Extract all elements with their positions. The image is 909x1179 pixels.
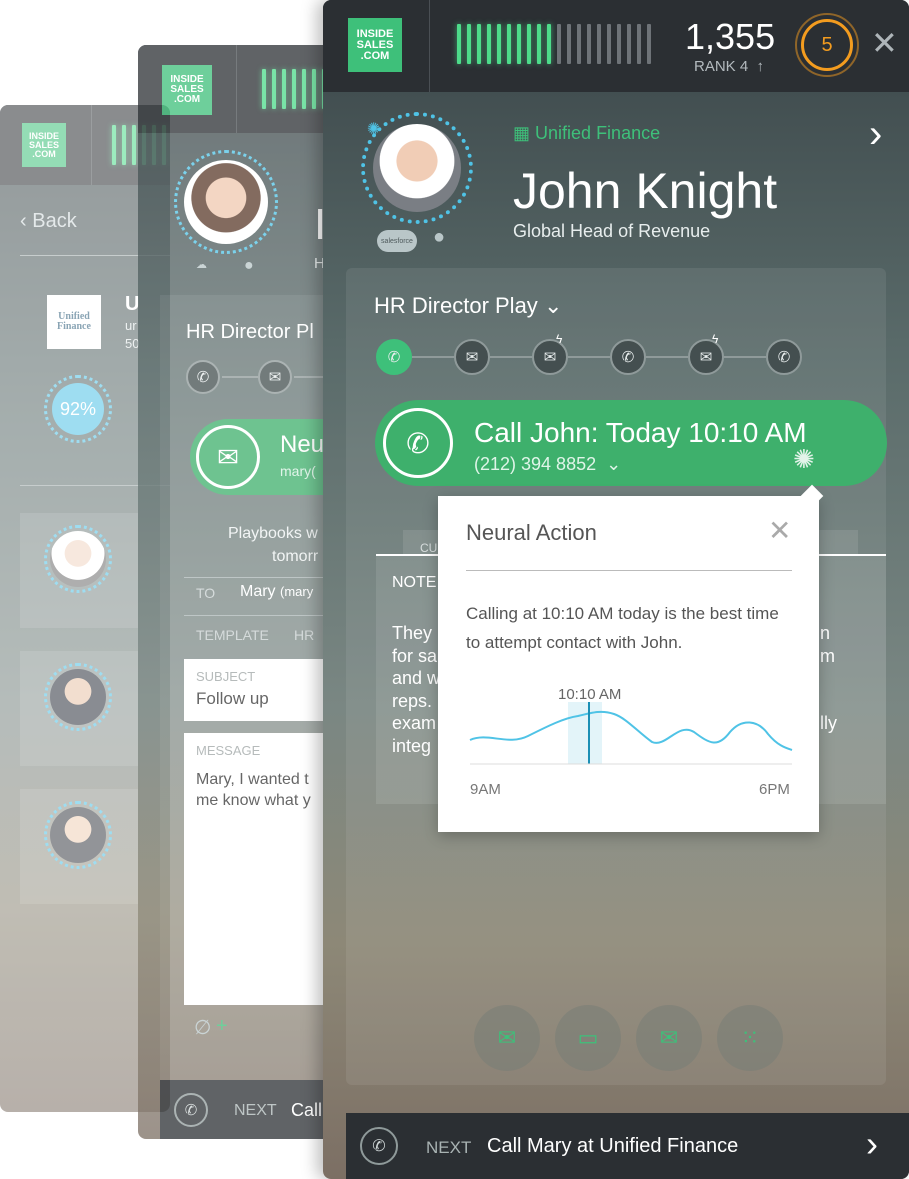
avatar — [50, 531, 106, 587]
step-email-1[interactable]: ✉ — [454, 339, 490, 375]
next-bar[interactable]: ✆ NEXT Call Mary at Unified Finance › — [346, 1113, 909, 1179]
paperclip-icon[interactable]: ∅ — [194, 1015, 211, 1040]
score-value: 92% — [52, 383, 104, 435]
salesforce-icon: ☁ — [196, 259, 207, 271]
chat-action-button[interactable]: ▭ — [555, 1005, 621, 1071]
contact-title: Global Head of Revenue — [513, 221, 711, 241]
phone-icon: ✆ — [174, 1093, 208, 1127]
dialpad-action-button[interactable]: ⁙ — [717, 1005, 783, 1071]
chevron-right-icon[interactable]: › — [866, 1123, 878, 1165]
mail-icon: ✉ — [497, 1025, 517, 1050]
info-text: Playbooks w — [228, 525, 318, 542]
bulb-icon: ● — [244, 257, 254, 274]
company-logo: Unified Finance — [47, 295, 101, 349]
info-text-2: tomorr — [272, 548, 319, 565]
company-sub: ur — [125, 318, 137, 333]
rank-label: RANK 4 ↑ — [694, 58, 765, 75]
arrow-up-icon: ↑ — [756, 58, 765, 75]
template-label: TEMPLATE — [196, 627, 269, 643]
email-sub: mary( — [280, 463, 316, 479]
lightning-icon: ϟ — [712, 332, 719, 346]
marker-label: 10:10 AM — [558, 686, 622, 703]
neural-icon: ✺ — [367, 121, 381, 138]
level-badge[interactable]: 5 — [801, 19, 853, 71]
dialpad-icon: ⁙ — [740, 1025, 760, 1050]
activity-meter — [457, 24, 651, 64]
tab-label[interactable]: CU — [420, 541, 437, 555]
to-field[interactable]: Mary (mary — [240, 583, 313, 601]
avatar — [184, 160, 268, 244]
contact-name: John Knight — [513, 163, 778, 219]
insidesales-logo: INSIDE SALES .COM — [162, 65, 212, 115]
play-selector[interactable]: HR Director Play ⌄ — [374, 293, 562, 319]
step-email-auto-1[interactable]: ✉ — [532, 339, 568, 375]
template-value[interactable]: HR — [294, 627, 314, 643]
phone-ringing-icon: ✆ — [383, 408, 453, 478]
popup-title: Neural Action — [466, 520, 597, 545]
note-text-right: n m lly — [820, 623, 837, 734]
axis-start-label: 9AM — [470, 781, 501, 798]
axis-end-label: 6PM — [759, 781, 790, 798]
phone-icon: ✆ — [360, 1127, 398, 1165]
step-call-3[interactable]: ✆ — [766, 339, 802, 375]
call-action-bar[interactable]: ✆ Call John: Today 10:10 AM (212) 394 88… — [375, 400, 887, 486]
call-title: Call John: Today 10:10 AM — [474, 417, 807, 448]
mail-icon: ✉ — [196, 425, 260, 489]
chevron-right-icon[interactable]: › — [869, 112, 882, 157]
avatar — [50, 807, 106, 863]
next-value: Call Mary at Unified Finance — [487, 1135, 739, 1157]
avatar — [373, 124, 461, 212]
plus-icon[interactable]: + — [216, 1015, 228, 1038]
chat-icon: ▭ — [577, 1025, 599, 1050]
front-panel-topbar: INSIDE SALES .COM 1,355 RANK 4 ↑ 5 ✕ — [323, 0, 909, 92]
neural-icon[interactable]: ✺ — [793, 444, 815, 475]
back-button[interactable]: ‹ Back — [20, 210, 77, 233]
to-label: TO — [196, 585, 216, 601]
list-item[interactable] — [20, 513, 138, 628]
note-text-left: They for sa and w reps. exam integ — [392, 623, 441, 756]
best-time-line — [469, 710, 793, 751]
chevron-left-icon: ‹ — [20, 210, 27, 232]
list-item[interactable] — [20, 651, 138, 766]
lightning-icon: ϟ — [556, 332, 563, 346]
popup-body: Calling at 10:10 AM today is the best ti… — [466, 604, 779, 652]
email-title: Neu — [280, 431, 325, 458]
mail-icon: ✉ — [659, 1025, 679, 1050]
best-time-chart — [469, 702, 793, 765]
email-action-button[interactable]: ✉ — [474, 1005, 540, 1071]
step-call[interactable]: ✆ — [186, 360, 220, 394]
insidesales-logo: INSIDE SALES .COM — [348, 18, 402, 72]
building-icon: ▦ — [513, 123, 531, 143]
step-email[interactable]: ✉ — [258, 360, 292, 394]
step-call-2[interactable]: ✆ — [610, 339, 646, 375]
close-icon[interactable]: ✕ — [768, 514, 791, 547]
company-link[interactable]: ▦ Unified Finance — [513, 123, 660, 144]
step-call-1[interactable]: ✆ — [376, 339, 412, 375]
email-action-button-2[interactable]: ✉ — [636, 1005, 702, 1071]
play-title[interactable]: HR Director Pl — [186, 321, 314, 344]
call-phone[interactable]: (212) 394 8852 ⌄ — [474, 454, 621, 475]
neural-action-popup: Neural Action ✕ Calling at 10:10 AM toda… — [438, 484, 824, 832]
step-email-auto-2[interactable]: ✉ — [688, 339, 724, 375]
chevron-down-icon: ⌄ — [543, 293, 563, 318]
note-label: NOTE — [392, 574, 437, 591]
chevron-down-icon: ⌄ — [606, 454, 622, 474]
insidesales-logo: INSIDE SALES .COM — [22, 123, 66, 167]
score-value: 1,355 — [685, 16, 776, 57]
salesforce-icon[interactable]: salesforce — [377, 230, 417, 252]
list-item[interactable] — [20, 789, 138, 904]
next-label: NEXT — [426, 1138, 472, 1157]
close-icon[interactable]: ✕ — [871, 24, 898, 62]
avatar — [50, 669, 106, 725]
bulb-icon[interactable]: ● — [433, 226, 445, 249]
